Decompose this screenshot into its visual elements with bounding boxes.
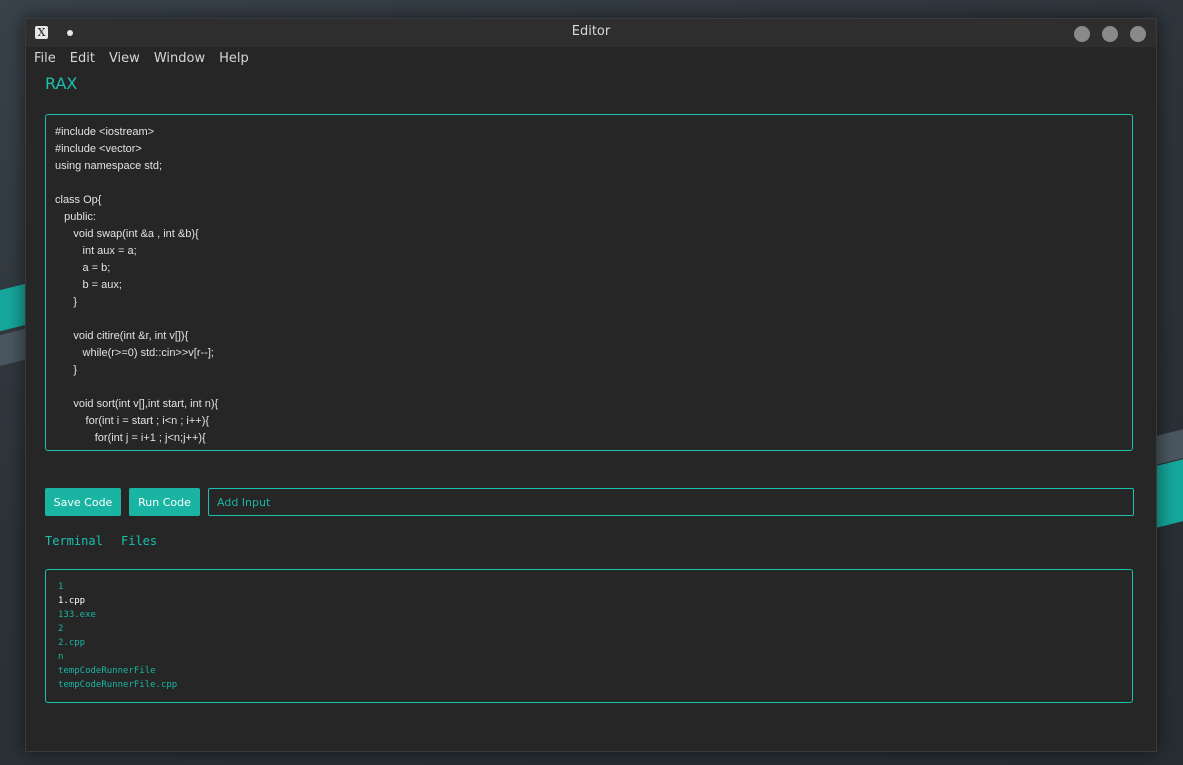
window-title: Editor	[571, 24, 611, 39]
menu-view[interactable]: View	[101, 47, 146, 71]
file-item[interactable]: tempCodeRunnerFile.cpp	[58, 678, 177, 692]
file-item[interactable]: 1	[58, 580, 177, 594]
menu-help[interactable]: Help	[211, 47, 255, 71]
file-item[interactable]: 2	[58, 622, 177, 636]
editor-window: X Editor File Edit View Window Help RAX …	[25, 18, 1157, 752]
file-item[interactable]: 2.cpp	[58, 636, 177, 650]
app-name: RAX	[45, 74, 78, 93]
title-bar[interactable]: X Editor	[26, 19, 1156, 47]
file-item[interactable]: 1.cpp	[58, 594, 177, 608]
minimize-button[interactable]	[1074, 26, 1090, 42]
close-button[interactable]	[1130, 26, 1146, 42]
run-code-button[interactable]: Run Code	[129, 488, 200, 516]
file-item[interactable]: n	[58, 650, 177, 664]
save-code-button[interactable]: Save Code	[45, 488, 121, 516]
menu-edit[interactable]: Edit	[62, 47, 101, 71]
code-editor[interactable]: #include <iostream> #include <vector> us…	[45, 114, 1133, 451]
menu-window[interactable]: Window	[146, 47, 211, 71]
tab-terminal[interactable]: Terminal	[45, 534, 103, 548]
tab-files[interactable]: Files	[121, 534, 157, 548]
menu-bar: File Edit View Window Help	[26, 47, 1156, 71]
menu-file[interactable]: File	[26, 47, 62, 71]
file-item[interactable]: tempCodeRunnerFile	[58, 664, 177, 678]
add-input-field[interactable]	[208, 488, 1134, 516]
file-item[interactable]: 133.exe	[58, 608, 177, 622]
files-panel: 1 1.cpp 133.exe 2 2.cpp n tempCodeRunner…	[45, 569, 1133, 703]
code-text[interactable]: #include <iostream> #include <vector> us…	[55, 124, 231, 450]
file-list: 1 1.cpp 133.exe 2 2.cpp n tempCodeRunner…	[58, 580, 177, 692]
maximize-button[interactable]	[1102, 26, 1118, 42]
